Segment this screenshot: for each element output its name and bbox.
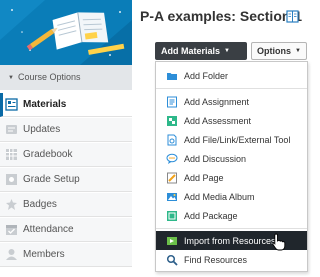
menu-item-label: Add File/Link/External Tool (184, 134, 291, 145)
options-button[interactable]: Options ▼ (251, 42, 307, 60)
file-link-icon (166, 134, 178, 146)
caret-down-icon: ▼ (8, 75, 14, 81)
menu-item-label: Add Page (184, 172, 224, 183)
menu-item-add-assessment[interactable]: Add Assessment (156, 111, 307, 130)
sidebar-item-label: Members (23, 249, 65, 260)
sidebar-item-label: Updates (23, 124, 61, 135)
menu-item-label: Add Assignment (184, 96, 250, 107)
menu-item-label: Add Folder (184, 70, 229, 81)
assessment-icon (166, 115, 178, 127)
menu-item-label: Add Package (184, 210, 238, 221)
options-label: Options (257, 46, 291, 56)
import-icon (166, 235, 178, 247)
menu-item-label: Add Assessment (184, 115, 252, 126)
sidebar-item-badges[interactable]: Badges (0, 193, 132, 217)
menu-item-add-file-link[interactable]: Add File/Link/External Tool (156, 130, 307, 149)
course-options-toggle[interactable]: ▼ Course Options (0, 65, 132, 90)
course-banner-image (0, 0, 132, 65)
gradebook-icon (5, 148, 18, 161)
sidebar-item-label: Grade Setup (23, 174, 80, 185)
course-options-label: Course Options (17, 72, 81, 82)
assignment-icon (166, 96, 178, 108)
menu-item-add-page[interactable]: Add Page (156, 168, 307, 187)
package-icon (166, 210, 178, 222)
left-column: ▼ Course Options Materials Updates Gradeb… (0, 0, 132, 277)
sidebar-item-label: Materials (23, 99, 67, 110)
page-icon (166, 172, 178, 184)
menu-item-add-folder[interactable]: Add Folder (156, 66, 307, 85)
menu-item-add-media-album[interactable]: Add Media Album (156, 187, 307, 206)
add-materials-button[interactable]: Add Materials ▼ (155, 42, 247, 60)
sidebar-item-attendance[interactable]: Attendance (0, 218, 132, 242)
sidebar-item-label: Gradebook (23, 149, 73, 160)
badge-icon (5, 198, 18, 211)
attendance-icon (5, 223, 18, 236)
menu-item-add-discussion[interactable]: Add Discussion (156, 149, 307, 168)
menu-item-add-package[interactable]: Add Package (156, 206, 307, 225)
menu-item-find-resources[interactable]: Find Resources (156, 250, 307, 269)
sidebar-item-members[interactable]: Members (0, 243, 132, 267)
sidebar-item-materials[interactable]: Materials (0, 93, 132, 117)
menu-item-label: Add Media Album (184, 191, 255, 202)
materials-icon (5, 98, 18, 111)
sidebar-item-grade-setup[interactable]: Grade Setup (0, 168, 132, 192)
members-icon (5, 248, 18, 261)
caret-down-icon: ▼ (295, 48, 301, 54)
page-title: P-A examples: Section 1 (140, 8, 303, 24)
sidebar-item-label: Badges (23, 199, 57, 210)
updates-icon (5, 123, 18, 136)
caret-down-icon: ▼ (224, 48, 230, 54)
menu-item-label: Find Resources (184, 254, 248, 265)
grade-setup-icon (5, 173, 18, 186)
hand-pointer-icon (272, 233, 286, 251)
folder-icon (166, 70, 178, 82)
find-resources-icon (166, 254, 178, 266)
discussion-icon (166, 153, 178, 165)
sidebar-item-updates[interactable]: Updates (0, 118, 132, 142)
menu-item-label: Import from Resources (184, 235, 276, 246)
media-album-icon (166, 191, 178, 203)
book-icon (286, 10, 299, 23)
menu-item-label: Add Discussion (184, 153, 247, 164)
menu-divider (156, 228, 307, 229)
sidebar-item-gradebook[interactable]: Gradebook (0, 143, 132, 167)
sidebar-item-label: Attendance (23, 224, 74, 235)
menu-item-add-assignment[interactable]: Add Assignment (156, 92, 307, 111)
menu-divider (156, 88, 307, 89)
add-materials-label: Add Materials (161, 46, 221, 56)
